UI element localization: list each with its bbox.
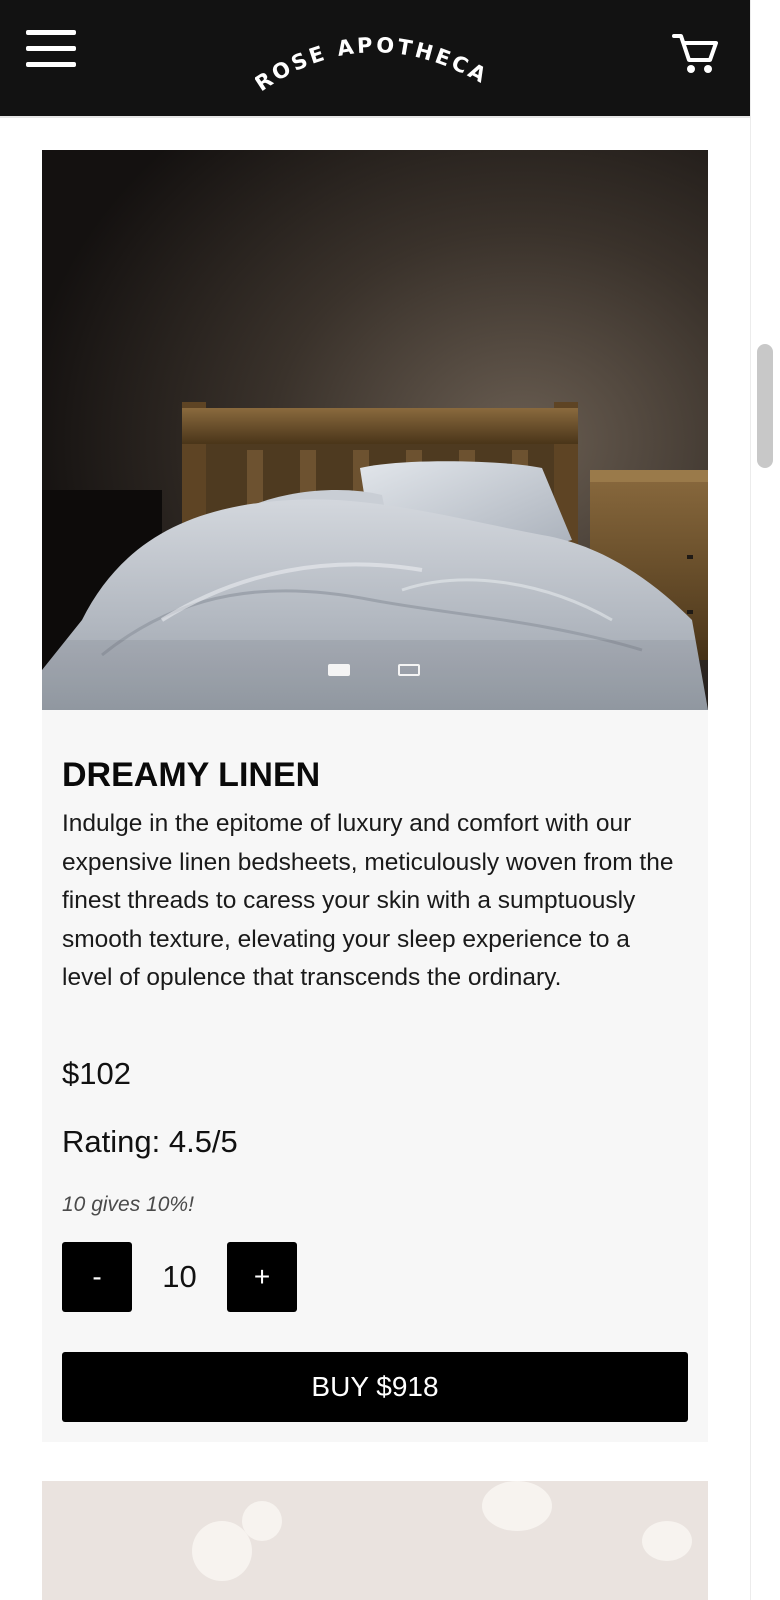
carousel-dot-1[interactable]: [328, 664, 350, 676]
logo-text-path: ROSE APOTHECARY: [245, 1, 490, 96]
top-navbar: ROSE APOTHECARY: [0, 0, 750, 118]
carousel-indicator-bar: [42, 640, 708, 710]
next-product-card-image[interactable]: [42, 1481, 708, 1600]
quantity-value: 10: [162, 1259, 197, 1294]
product-description: Indulge in the epitome of luxury and com…: [62, 810, 674, 991]
promo-text: 10 gives 10%!: [62, 1193, 194, 1216]
quantity-increase-button[interactable]: +: [227, 1242, 297, 1312]
product-price: $102: [62, 1056, 131, 1091]
bokeh-light: [242, 1501, 282, 1541]
product-image: [42, 150, 708, 710]
carousel-dot-2[interactable]: [398, 664, 420, 676]
bokeh-light: [192, 1521, 252, 1581]
menu-bar: [26, 30, 76, 35]
brand-logo[interactable]: ROSE APOTHECARY: [245, 1, 495, 100]
bokeh-light: [642, 1521, 692, 1561]
quantity-decrease-button[interactable]: -: [62, 1242, 132, 1312]
menu-bar: [26, 46, 76, 51]
product-card: DREAMY LINEN Indulge in the epitome of l…: [42, 150, 708, 1442]
product-rating: Rating: 4.5/5: [62, 1124, 238, 1159]
bokeh-light: [482, 1481, 552, 1531]
scrollbar-track[interactable]: [750, 0, 780, 1600]
logo-text: ROSE APOTHECARY: [255, 20, 493, 96]
product-title: DREAMY LINEN: [62, 756, 321, 794]
menu-bar: [26, 62, 76, 67]
shopping-cart-icon[interactable]: [672, 32, 718, 76]
product-image-carousel[interactable]: [42, 150, 708, 710]
scrollbar-thumb[interactable]: [757, 344, 773, 468]
page-viewport: ROSE APOTHECARY: [0, 0, 750, 1600]
hamburger-menu-icon[interactable]: [26, 30, 76, 70]
buy-button[interactable]: BUY $918: [62, 1352, 688, 1422]
